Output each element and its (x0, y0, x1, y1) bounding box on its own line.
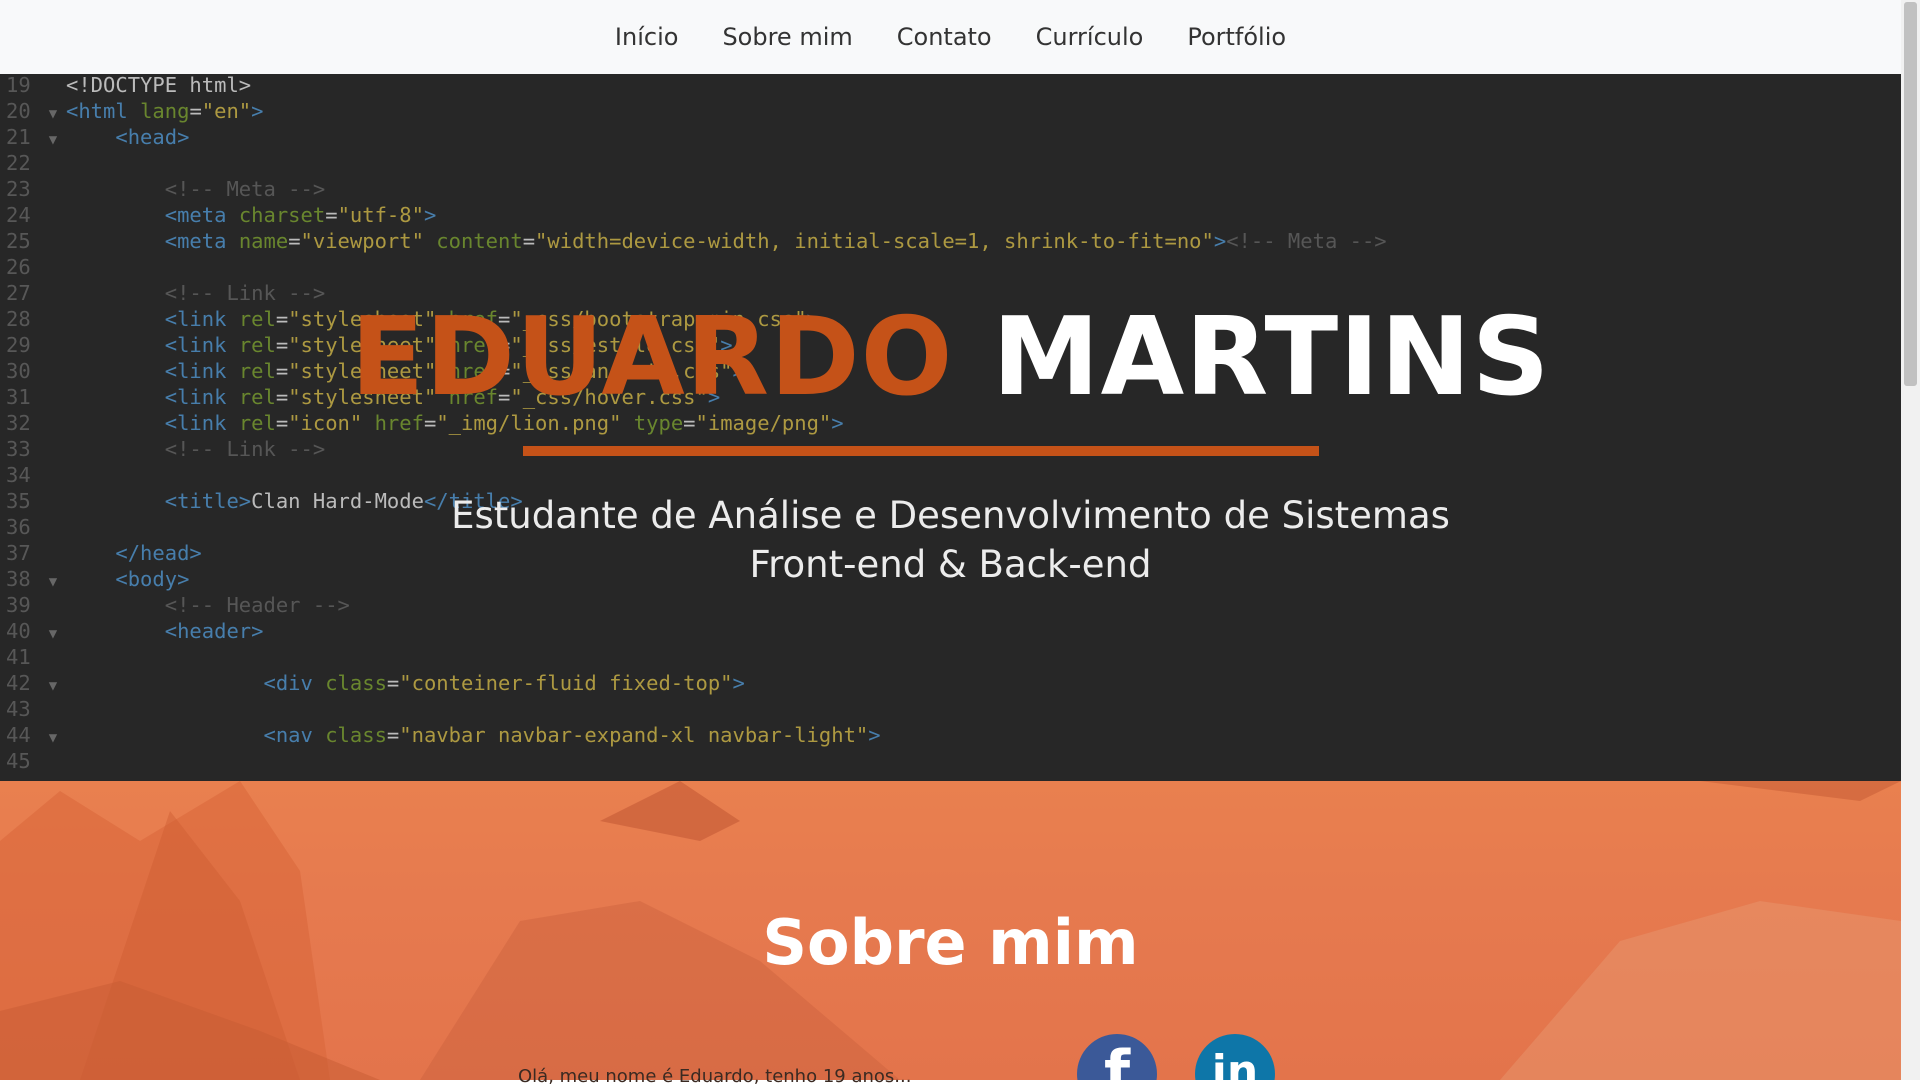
code-line: 45 (0, 748, 66, 774)
code-line: 39 <!-- Header --> (0, 592, 350, 618)
code-line: 33 <!-- Link --> (0, 436, 325, 462)
code-line: 26 (0, 254, 66, 280)
line-number: 22 (6, 151, 31, 175)
top-navbar: Início Sobre mim Contato Currículo Portf… (0, 0, 1901, 74)
nav-link-curriculo[interactable]: Currículo (1014, 23, 1166, 51)
line-number: 43 (6, 697, 31, 721)
code-line: 27 <!-- Link --> (0, 280, 325, 306)
hero-first-name: EDUARDO (350, 295, 954, 420)
line-number: 27 (6, 281, 31, 305)
code-line: 23 <!-- Meta --> (0, 176, 325, 202)
hero-subtitle-line1: Estudante de Análise e Desenvolvimento d… (451, 494, 1450, 537)
line-number: 26 (6, 255, 31, 279)
about-title: Sobre mim (762, 906, 1139, 979)
nav-link-sobre-mim[interactable]: Sobre mim (700, 23, 874, 51)
hero-section: 19 <!DOCTYPE html> 20 ▼ <html lang="en"> 21 ▼ … (0, 74, 1901, 781)
nav-link-portfolio[interactable]: Portfólio (1165, 23, 1308, 51)
hero-last-name: MARTINS (992, 295, 1551, 420)
about-intro-text: Olá, meu nome é Eduardo, tenho 19 anos..… (518, 1066, 912, 1087)
line-number: 39 (6, 593, 31, 617)
scrollbar-thumb[interactable] (1904, 2, 1917, 386)
code-line: 44 ▼ <nav class="navbar navbar-expand-xl … (0, 722, 881, 748)
code-line: 24 <meta charset="utf-8"> (0, 202, 436, 228)
line-number: 45 (6, 749, 31, 773)
line-number: 21 (6, 125, 31, 149)
page-scrollbar[interactable] (1901, 0, 1920, 1080)
code-line: 34 (0, 462, 66, 488)
line-number: 20 (6, 99, 31, 123)
line-number: 34 (6, 463, 31, 487)
code-line: 21 ▼ <head> (0, 124, 189, 150)
line-number: 33 (6, 437, 31, 461)
code-line: 22 (0, 150, 66, 176)
code-line: 43 (0, 696, 66, 722)
line-number: 23 (6, 177, 31, 201)
line-number: 41 (6, 645, 31, 669)
nav-link-contato[interactable]: Contato (875, 23, 1014, 51)
code-line: 25 <meta name="viewport" content="width=… (0, 228, 1387, 254)
line-number: 25 (6, 229, 31, 253)
line-number: 24 (6, 203, 31, 227)
line-number: 44 (6, 723, 31, 747)
hero-underline (523, 446, 1319, 456)
line-number: 42 (6, 671, 31, 695)
code-line: 41 (0, 644, 66, 670)
line-number: 32 (6, 411, 31, 435)
nav-link-inicio[interactable]: Início (593, 23, 701, 51)
hero-title: EDUARDO MARTINS (0, 304, 1901, 412)
line-number: 40 (6, 619, 31, 643)
line-number: 19 (6, 74, 31, 97)
about-section: Sobre mim f in (0, 781, 1901, 1080)
hero-subtitle-line2: Front-end & Back-end (749, 543, 1152, 586)
code-line: 19 <!DOCTYPE html> (0, 74, 251, 98)
code-line: 42 ▼ <div class="conteiner-fluid fixed-to… (0, 670, 745, 696)
code-line: 20 ▼ <html lang="en"> (0, 98, 264, 124)
code-line: 40 ▼ <header> (0, 618, 264, 644)
